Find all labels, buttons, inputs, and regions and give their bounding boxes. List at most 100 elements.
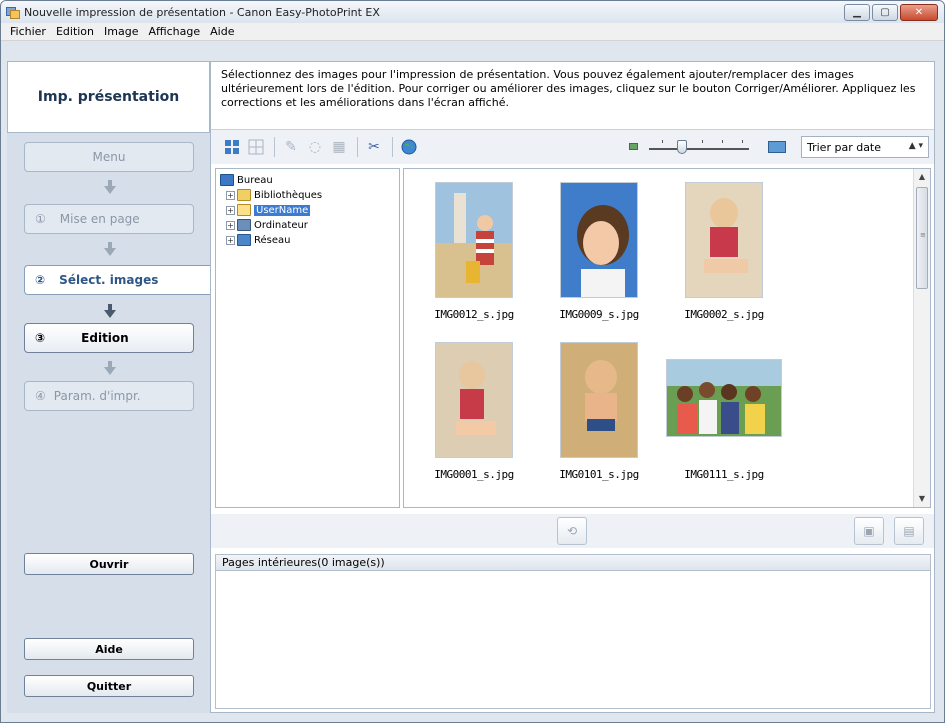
selected-images-area[interactable] <box>215 571 931 709</box>
folder-tree: Bureau + Bibliothèques + UserName + Ordi… <box>215 168 400 508</box>
help-button[interactable]: Aide <box>24 638 194 660</box>
toolbar-separator <box>357 137 358 157</box>
globe-icon[interactable] <box>398 136 420 158</box>
scroll-up-icon[interactable]: ▲ <box>914 169 930 185</box>
large-thumbnail-icon <box>768 141 786 153</box>
remove-image-icon: ▣ <box>863 524 875 538</box>
zoom-slider-handle[interactable] <box>677 140 687 154</box>
thumbnail-item[interactable]: IMG0009_s.jpg <box>544 179 654 339</box>
special-filters-icon[interactable]: ◌ <box>304 136 326 158</box>
scroll-down-icon[interactable]: ▼ <box>914 491 930 507</box>
step-number: ④ <box>35 389 46 403</box>
edit-step-label: Edition <box>81 331 129 345</box>
layout-step-button[interactable]: ① Mise en page <box>24 204 194 234</box>
photo-toddler-sitting <box>435 342 513 458</box>
tree-label: Réseau <box>254 234 291 246</box>
quit-button[interactable]: Quitter <box>24 675 194 697</box>
select-images-step-button[interactable]: ② Sélect. images <box>24 265 214 295</box>
toolbar-separator <box>392 137 393 157</box>
photo-girl-smiling <box>560 182 638 298</box>
thumbnail-filename: IMG0009_s.jpg <box>559 308 639 321</box>
step-arrow-icon <box>104 304 116 318</box>
expand-icon[interactable]: + <box>226 205 235 215</box>
window-title: Nouvelle impression de présentation - Ca… <box>24 5 380 19</box>
open-button[interactable]: Ouvrir <box>24 553 194 575</box>
toolbar-separator <box>274 137 275 157</box>
minimize-button[interactable]: ▁ <box>844 4 870 21</box>
step-number: ① <box>35 212 46 226</box>
close-icon: ✕ <box>914 7 924 18</box>
thumbnail-item[interactable]: IMG0111_s.jpg <box>666 339 782 499</box>
tree-label: UserName <box>252 203 312 217</box>
remove-image-button[interactable]: ▣ <box>854 517 884 545</box>
tree-item-username[interactable]: + UserName <box>226 203 312 217</box>
thumbnail-item[interactable]: IMG0101_s.jpg <box>544 339 654 499</box>
expand-icon[interactable]: + <box>226 235 235 245</box>
app-window: Nouvelle impression de présentation - Ca… <box>0 0 945 723</box>
thumbnail-item[interactable]: IMG0001_s.jpg <box>419 339 529 499</box>
main-content: Sélectionnez des images pour l'impressio… <box>210 61 935 713</box>
thumbnail-item[interactable]: IMG0002_s.jpg <box>669 179 779 339</box>
minimize-icon: ▁ <box>853 7 861 18</box>
tree-label: Bureau <box>237 174 273 186</box>
expand-icon[interactable]: + <box>226 220 235 230</box>
left-navigation-panel: Imp. présentation Menu ① Mise en page ② … <box>7 61 214 713</box>
close-button[interactable]: ✕ <box>900 4 938 21</box>
menu-fichier[interactable]: Fichier <box>5 25 51 38</box>
scrollbar-thumb[interactable]: ≡ <box>916 187 928 289</box>
thumbnail-filename: IMG0111_s.jpg <box>684 468 764 481</box>
step-arrow-icon <box>104 180 116 194</box>
step-number: ② <box>35 273 46 287</box>
tree-item-ordinateur[interactable]: + Ordinateur <box>226 218 308 232</box>
tree-label: Bibliothèques <box>254 189 323 201</box>
edit-step-button[interactable]: ③ Edition <box>24 323 194 353</box>
menu-affichage[interactable]: Affichage <box>143 25 205 38</box>
remove-all-button[interactable]: ▤ <box>894 517 924 545</box>
thumbnail-filename: IMG0002_s.jpg <box>684 308 764 321</box>
zoom-track[interactable] <box>649 148 749 150</box>
user-folder-icon <box>237 204 251 216</box>
add-image-button[interactable]: ⟲ <box>557 517 587 545</box>
correct-enhance-icon[interactable]: ✎ <box>280 136 302 158</box>
zoom-slider[interactable] <box>629 136 789 158</box>
enlarged-view-icon[interactable] <box>245 136 267 158</box>
print-settings-step-button[interactable]: ④ Param. d'impr. <box>24 381 194 411</box>
photoprint-app-icon <box>6 5 20 19</box>
menu-step-button[interactable]: Menu <box>24 142 194 172</box>
menu-bar: Fichier Edition Image Affichage Aide <box>1 23 944 41</box>
maximize-button[interactable]: ▢ <box>872 4 898 21</box>
add-image-icon: ⟲ <box>566 524 578 538</box>
photo-group-friends <box>666 359 782 437</box>
menu-aide[interactable]: Aide <box>205 25 239 38</box>
thumbnail-item[interactable]: IMG0012_s.jpg <box>419 179 529 339</box>
select-images-step-label: Sélect. images <box>59 273 159 287</box>
sort-dropdown[interactable]: Trier par date ▲ ▾ <box>801 136 929 158</box>
thumbnail-scrollbar[interactable]: ▲ ≡ ▼ <box>913 169 930 507</box>
layout-step-label: Mise en page <box>59 212 140 226</box>
small-thumbnail-icon <box>629 143 638 150</box>
desktop-icon <box>220 174 234 186</box>
expand-icon[interactable]: + <box>226 190 235 200</box>
instructions-text: Sélectionnez des images pour l'impressio… <box>211 62 934 130</box>
image-actions-bar: ⟲ ▣ ▤ <box>211 514 934 548</box>
title-bar[interactable]: Nouvelle impression de présentation - Ca… <box>1 1 944 23</box>
create-album-icon[interactable]: ▦ <box>328 136 350 158</box>
tree-item-reseau[interactable]: + Réseau <box>226 233 290 247</box>
sort-label: Trier par date <box>807 140 882 154</box>
thumbnail-view-icon[interactable] <box>221 136 243 158</box>
thumbnail-filename: IMG0012_s.jpg <box>434 308 514 321</box>
status-bar <box>1 713 944 722</box>
image-toolbar: ✎ ◌ ▦ ✂ Trier par date ▲ ▾ <box>211 130 934 164</box>
photo-child-beach-stripes <box>435 182 513 298</box>
menu-image[interactable]: Image <box>99 25 143 38</box>
thumbnail-filename: IMG0101_s.jpg <box>559 468 639 481</box>
video-capture-icon[interactable]: ✂ <box>363 136 385 158</box>
menu-edition[interactable]: Edition <box>51 25 99 38</box>
tree-item-bureau[interactable]: Bureau <box>220 173 273 187</box>
library-folder-icon <box>237 189 251 201</box>
tree-item-bibliotheques[interactable]: + Bibliothèques <box>226 188 322 202</box>
computer-icon <box>237 219 251 231</box>
sort-dropdown-icon: ▲ ▾ <box>908 141 923 151</box>
step-number: ③ <box>35 331 46 345</box>
window-controls: ▁ ▢ ✕ <box>844 4 938 21</box>
